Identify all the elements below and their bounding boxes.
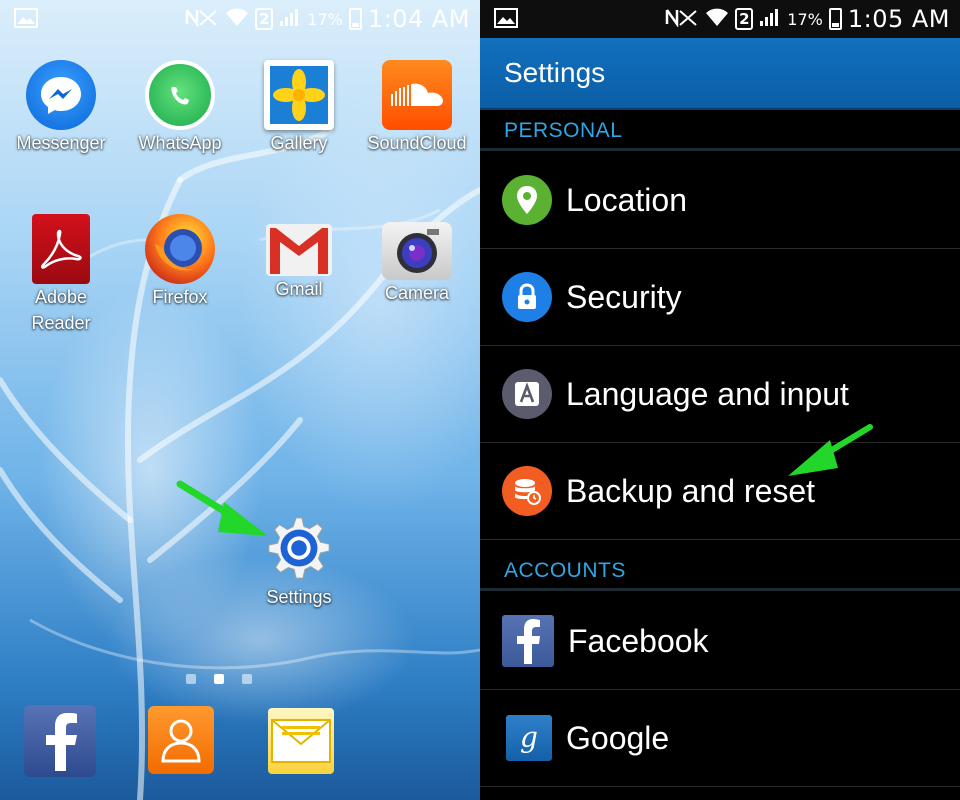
settings-item-backup-and-reset[interactable]: Backup and reset (480, 443, 960, 540)
app-label: SoundCloud (367, 133, 467, 153)
app-label: Gmail (275, 279, 323, 299)
section-header-accounts: ACCOUNTS (480, 551, 960, 591)
settings-screen: 2 17% 1:05 AM Settings PERSONAL Location… (480, 0, 960, 800)
app-camera[interactable]: Camera (362, 214, 472, 306)
page-dot[interactable] (242, 674, 252, 684)
section-header-personal: PERSONAL (480, 111, 960, 151)
lock-icon (502, 272, 552, 322)
dock-facebook-icon[interactable] (24, 705, 96, 777)
soundcloud-icon (382, 60, 452, 130)
app-adobe-reader[interactable]: Adobe Reader (6, 214, 116, 336)
app-gmail[interactable]: Gmail (244, 214, 354, 302)
dock-email-icon[interactable] (268, 708, 334, 774)
app-label: Firefox (152, 287, 208, 307)
settings-item-facebook[interactable]: Facebook (480, 593, 960, 690)
page-title: Settings (504, 57, 606, 88)
language-a-icon (502, 369, 552, 419)
app-messenger[interactable]: Messenger (6, 60, 116, 156)
sim-badge: 2 (255, 8, 274, 30)
page-indicator (186, 674, 252, 684)
settings-item-language-and-input[interactable]: Language and input (480, 346, 960, 443)
firefox-icon (145, 214, 215, 284)
app-soundcloud[interactable]: SoundCloud (362, 60, 472, 156)
status-bar: 2 17% 1:04 AM (0, 0, 480, 38)
settings-item-google[interactable]: g Google (480, 690, 960, 787)
settings-item-security[interactable]: Security (480, 249, 960, 346)
sim-badge: 2 (735, 8, 754, 30)
signal-icon (279, 7, 301, 31)
wifi-icon (705, 7, 729, 31)
location-pin-icon (502, 175, 552, 225)
page-dot-active[interactable] (214, 674, 224, 684)
adobe-reader-icon (32, 214, 90, 284)
messenger-icon (26, 60, 96, 130)
app-label: Gallery (270, 133, 328, 153)
wifi-icon (225, 7, 249, 31)
app-whatsapp[interactable]: WhatsApp (125, 60, 235, 156)
facebook-icon (502, 615, 554, 667)
app-gallery[interactable]: Gallery (244, 60, 354, 156)
nfc-muted-icon (185, 7, 219, 31)
battery-icon (348, 8, 362, 30)
battery-percent: 17% (787, 9, 823, 29)
settings-item-location[interactable]: Location (480, 152, 960, 249)
image-notification-icon (14, 8, 38, 32)
settings-item-label: Facebook (568, 622, 709, 659)
page-dot[interactable] (186, 674, 196, 684)
app-label: WhatsApp (138, 133, 222, 153)
app-label: Messenger (16, 133, 106, 153)
app-firefox[interactable]: Firefox (125, 214, 235, 310)
action-bar: Settings (480, 38, 960, 110)
backup-icon (502, 466, 552, 516)
svg-text:g: g (520, 721, 538, 754)
settings-gear-icon (264, 514, 334, 584)
image-notification-icon (494, 8, 518, 32)
clock: 1:04 AM (367, 5, 470, 33)
nfc-muted-icon (665, 7, 699, 31)
status-bar: 2 17% 1:05 AM (480, 0, 960, 38)
camera-icon (382, 222, 452, 280)
settings-item-label: Security (566, 278, 682, 315)
settings-item-label: Language and input (566, 375, 849, 412)
gallery-icon (264, 60, 334, 130)
dock-apps-grid-icon[interactable] (386, 706, 454, 774)
gmail-icon (266, 224, 332, 276)
signal-icon (759, 7, 781, 31)
app-label: Settings (266, 587, 332, 607)
settings-item-label: Google (566, 719, 670, 756)
green-arrow-icon (176, 480, 268, 536)
settings-item-label: Backup and reset (566, 472, 816, 509)
clock: 1:05 AM (847, 5, 950, 33)
google-icon: g (506, 715, 552, 761)
green-arrow-icon (788, 424, 873, 476)
app-label: Camera (384, 283, 450, 303)
dock-contacts-icon[interactable] (148, 706, 214, 774)
whatsapp-icon (145, 60, 215, 130)
battery-percent: 17% (307, 9, 343, 29)
settings-item-label: Location (566, 181, 687, 218)
app-label: Adobe Reader (31, 287, 91, 333)
home-screen: 2 17% 1:04 AM Messenger WhatsApp Gallery (0, 0, 480, 800)
battery-icon (828, 8, 842, 30)
